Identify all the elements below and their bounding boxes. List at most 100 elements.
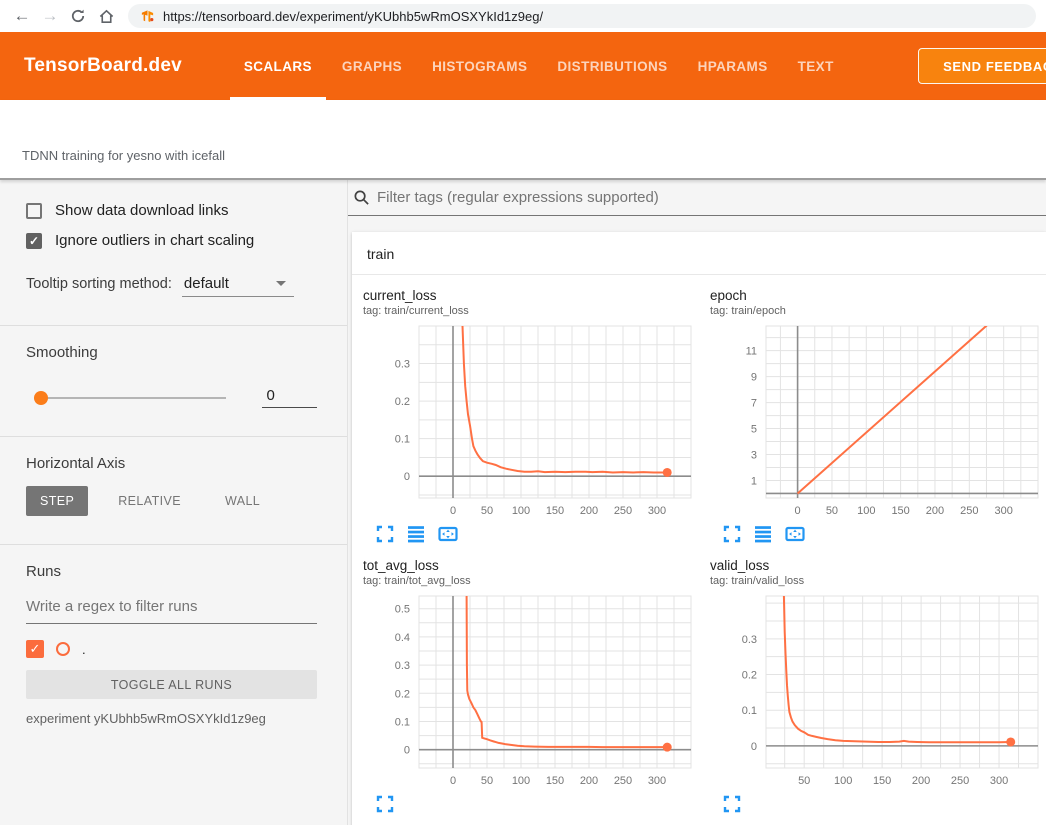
send-feedback-button[interactable]: SEND FEEDBACK bbox=[918, 48, 1046, 84]
svg-text:300: 300 bbox=[994, 505, 1012, 517]
svg-text:200: 200 bbox=[580, 775, 598, 787]
axis-wall-button[interactable]: WALL bbox=[211, 486, 274, 516]
tab-graphs[interactable]: GRAPHS bbox=[342, 32, 402, 100]
fit-domain-icon[interactable] bbox=[785, 525, 805, 543]
svg-text:250: 250 bbox=[951, 775, 969, 787]
run-item: ✓ . bbox=[26, 640, 317, 658]
horizontal-axis-label: Horizontal Axis bbox=[26, 455, 317, 472]
svg-text:0.4: 0.4 bbox=[395, 632, 410, 644]
runs-regex-input[interactable] bbox=[26, 596, 317, 624]
browser-toolbar: ← → https://tensorboard.dev/experiment/y… bbox=[0, 0, 1046, 32]
svg-text:3: 3 bbox=[751, 450, 757, 462]
home-icon[interactable] bbox=[94, 4, 118, 28]
svg-text:150: 150 bbox=[546, 505, 564, 517]
chevron-down-icon bbox=[276, 281, 286, 286]
tab-text[interactable]: TEXT bbox=[798, 32, 834, 100]
svg-text:0.2: 0.2 bbox=[395, 688, 410, 700]
address-bar[interactable]: https://tensorboard.dev/experiment/yKUbh… bbox=[128, 4, 1036, 28]
svg-text:50: 50 bbox=[826, 505, 838, 517]
chart-title: current_loss bbox=[363, 288, 695, 303]
reload-glyph bbox=[70, 8, 86, 24]
line-chart-epoch[interactable]: 1357911050100150200250300 bbox=[710, 323, 1042, 521]
svg-text:0: 0 bbox=[450, 505, 456, 517]
chart-tag: tag: train/valid_loss bbox=[710, 575, 1042, 587]
svg-text:7: 7 bbox=[751, 398, 757, 410]
expand-chart-icon[interactable] bbox=[723, 525, 741, 543]
experiment-subheader: TDNN training for yesno with icefall bbox=[0, 100, 1046, 180]
svg-text:300: 300 bbox=[648, 505, 666, 517]
line-chart-valid-loss[interactable]: 00.10.20.350100150200250300 bbox=[710, 593, 1042, 791]
chart-title: tot_avg_loss bbox=[363, 558, 695, 573]
slider-thumb[interactable] bbox=[34, 391, 48, 405]
tab-scalars[interactable]: SCALARS bbox=[244, 32, 312, 100]
show-download-links-checkbox[interactable]: Show data download links bbox=[26, 202, 317, 219]
expand-chart-icon[interactable] bbox=[723, 795, 741, 813]
svg-text:9: 9 bbox=[751, 372, 757, 384]
svg-text:0: 0 bbox=[450, 775, 456, 787]
chart-epoch: epoch tag: train/epoch 13579110501001502… bbox=[710, 288, 1042, 543]
tag-filter-row bbox=[348, 180, 1046, 216]
chart-title: epoch bbox=[710, 288, 1042, 303]
back-icon[interactable]: ← bbox=[10, 4, 34, 28]
ignore-outliers-checkbox[interactable]: ✓ Ignore outliers in chart scaling bbox=[26, 232, 317, 249]
tab-hparams[interactable]: HPARAMS bbox=[698, 32, 768, 100]
tab-distributions[interactable]: DISTRIBUTIONS bbox=[557, 32, 667, 100]
tab-histograms[interactable]: HISTOGRAMS bbox=[432, 32, 527, 100]
forward-icon[interactable]: → bbox=[38, 4, 62, 28]
svg-text:0.3: 0.3 bbox=[742, 634, 757, 646]
svg-text:300: 300 bbox=[648, 775, 666, 787]
run-checkbox-checked-icon[interactable]: ✓ bbox=[26, 640, 44, 658]
section-header-train[interactable]: train bbox=[352, 232, 1046, 275]
tooltip-sorting-dropdown[interactable]: default bbox=[182, 275, 294, 297]
svg-text:100: 100 bbox=[857, 505, 875, 517]
divider bbox=[0, 544, 347, 545]
chart-valid-loss: valid_loss tag: train/valid_loss 00.10.2… bbox=[710, 558, 1042, 813]
smoothing-label: Smoothing bbox=[26, 344, 317, 361]
experiment-title: TDNN training for yesno with icefall bbox=[22, 148, 1046, 163]
svg-text:0: 0 bbox=[404, 745, 410, 757]
svg-text:150: 150 bbox=[873, 775, 891, 787]
svg-text:0: 0 bbox=[795, 505, 801, 517]
log-scale-y-icon[interactable] bbox=[407, 525, 425, 543]
svg-text:0.5: 0.5 bbox=[395, 604, 410, 616]
svg-text:0.3: 0.3 bbox=[395, 359, 410, 371]
checkbox-unchecked-icon bbox=[26, 203, 42, 219]
nav-tabs: SCALARS GRAPHS HISTOGRAMS DISTRIBUTIONS … bbox=[244, 32, 834, 100]
log-scale-y-icon[interactable] bbox=[754, 525, 772, 543]
svg-text:100: 100 bbox=[512, 775, 530, 787]
smoothing-slider[interactable] bbox=[34, 391, 226, 405]
run-name: . bbox=[82, 642, 86, 657]
svg-text:1: 1 bbox=[751, 475, 757, 487]
settings-sidebar: Show data download links ✓ Ignore outlie… bbox=[0, 180, 348, 825]
svg-text:100: 100 bbox=[834, 775, 852, 787]
toggle-all-runs-button[interactable]: TOGGLE ALL RUNS bbox=[26, 670, 317, 699]
reload-icon[interactable] bbox=[66, 4, 90, 28]
tag-filter-input[interactable] bbox=[377, 189, 1046, 206]
tensorboard-favicon bbox=[140, 9, 155, 24]
line-chart-tot-avg-loss[interactable]: 00.10.20.30.40.5050100150200250300 bbox=[363, 593, 695, 791]
axis-step-button[interactable]: STEP bbox=[26, 486, 88, 516]
svg-text:50: 50 bbox=[481, 775, 493, 787]
chart-title: valid_loss bbox=[710, 558, 1042, 573]
run-color-circle-icon[interactable] bbox=[56, 642, 70, 656]
divider bbox=[0, 325, 347, 326]
svg-text:0.1: 0.1 bbox=[742, 705, 757, 717]
checkbox-checked-icon: ✓ bbox=[26, 233, 42, 249]
runs-label: Runs bbox=[26, 563, 317, 580]
svg-text:5: 5 bbox=[751, 424, 757, 436]
url-text: https://tensorboard.dev/experiment/yKUbh… bbox=[163, 9, 543, 24]
chart-tag: tag: train/tot_avg_loss bbox=[363, 575, 695, 587]
main-panel: train current_loss tag: train/current_lo… bbox=[348, 180, 1046, 825]
svg-text:100: 100 bbox=[512, 505, 530, 517]
smoothing-value-input[interactable]: 0 bbox=[262, 387, 317, 408]
axis-relative-button[interactable]: RELATIVE bbox=[104, 486, 195, 516]
fit-domain-icon[interactable] bbox=[438, 525, 458, 543]
expand-chart-icon[interactable] bbox=[376, 525, 394, 543]
expand-chart-icon[interactable] bbox=[376, 795, 394, 813]
charts-grid: current_loss tag: train/current_loss 00.… bbox=[352, 275, 1046, 813]
home-glyph bbox=[98, 8, 115, 25]
svg-text:150: 150 bbox=[546, 775, 564, 787]
experiment-id-label: experiment yKUbhb5wRmOSXYkId1z9eg bbox=[26, 711, 317, 726]
line-chart-current-loss[interactable]: 00.10.20.3050100150200250300 bbox=[363, 323, 695, 521]
svg-text:0.1: 0.1 bbox=[395, 434, 410, 446]
